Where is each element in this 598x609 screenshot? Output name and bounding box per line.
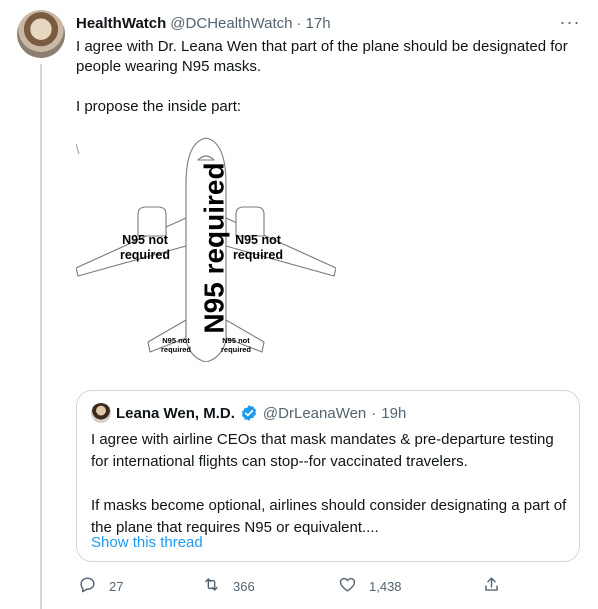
left-tail-label: required xyxy=(161,345,191,354)
like-count: 1,438 xyxy=(369,578,402,594)
tweet[interactable]: HealthWatch @DCHealthWatch · 17h ··· I a… xyxy=(0,0,598,609)
thread-line xyxy=(40,64,42,609)
reply-icon xyxy=(78,575,97,597)
verified-badge-icon xyxy=(240,404,258,422)
quoted-avatar[interactable] xyxy=(91,403,111,423)
left-tail-label: N95 not xyxy=(162,336,190,345)
tweet-image[interactable]: N95 required N95 not required N95 not re… xyxy=(75,130,337,363)
left-wing-label: N95 not xyxy=(122,233,169,247)
retweet-icon xyxy=(202,575,221,597)
quoted-text-paragraph: I agree with airline CEOs that mask mand… xyxy=(91,431,554,470)
separator-dot: · xyxy=(371,404,377,422)
share-button[interactable] xyxy=(482,574,501,598)
left-wing-label: required xyxy=(120,248,170,262)
quoted-tweet[interactable]: Leana Wen, M.D. @DrLeanaWen · 19h I agre… xyxy=(76,390,580,562)
author-handle[interactable]: @DCHealthWatch xyxy=(170,15,292,32)
timestamp[interactable]: 17h xyxy=(306,15,331,32)
tweet-text: I agree with Dr. Leana Wen that part of … xyxy=(76,37,586,117)
right-tail-label: N95 not xyxy=(222,336,250,345)
separator-dot: · xyxy=(296,14,302,32)
retweet-count: 366 xyxy=(233,578,255,594)
tweet-text-line: I agree with Dr. Leana Wen that part of … xyxy=(76,38,568,75)
retweet-button[interactable]: 366 xyxy=(202,574,255,598)
share-icon xyxy=(482,575,501,597)
reply-button[interactable]: 27 xyxy=(78,574,123,598)
reply-count: 27 xyxy=(109,578,124,594)
airplane-illustration: N95 required N95 not required N95 not re… xyxy=(75,137,337,363)
center-label: N95 required xyxy=(198,162,229,333)
tweet-header: HealthWatch @DCHealthWatch · 17h xyxy=(76,13,331,33)
right-wing-label: N95 not xyxy=(235,233,282,247)
quoted-timestamp[interactable]: 19h xyxy=(381,405,406,422)
quoted-tweet-text: I agree with airline CEOs that mask mand… xyxy=(91,429,567,539)
author-name[interactable]: HealthWatch xyxy=(76,15,166,32)
heart-icon xyxy=(338,575,357,597)
right-tail-label: required xyxy=(221,345,251,354)
quoted-text-paragraph: If masks become optional, airlines shoul… xyxy=(91,497,567,536)
avatar[interactable] xyxy=(17,10,65,58)
more-options-icon[interactable]: ··· xyxy=(560,12,580,32)
quoted-author-name[interactable]: Leana Wen, M.D. xyxy=(116,405,235,422)
right-wing-label: required xyxy=(233,248,283,262)
quoted-author-handle[interactable]: @DrLeanaWen xyxy=(263,405,366,422)
tweet-text-line: I propose the inside part: xyxy=(76,98,242,115)
action-bar: 27 366 1,438 xyxy=(76,574,498,598)
quoted-tweet-header: Leana Wen, M.D. @DrLeanaWen · 19h xyxy=(91,403,406,423)
show-thread-link[interactable]: Show this thread xyxy=(91,534,203,551)
like-button[interactable]: 1,438 xyxy=(338,574,402,598)
